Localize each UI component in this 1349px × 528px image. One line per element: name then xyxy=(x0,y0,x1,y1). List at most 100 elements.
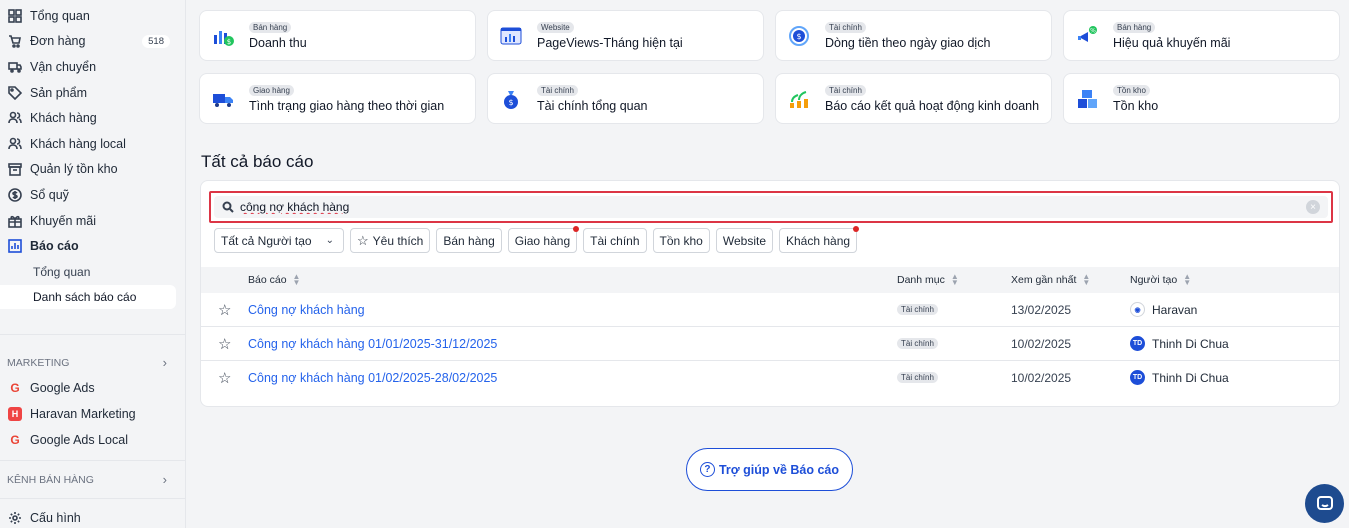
filter-chip-tai-chinh[interactable]: Tài chính xyxy=(583,228,647,253)
sidebar-item-google-ads-local[interactable]: G Google Ads Local xyxy=(0,428,186,452)
filter-chip-website[interactable]: Website xyxy=(715,228,773,253)
sidebar-subitem-tong-quan[interactable]: Tổng quan xyxy=(0,260,176,284)
featured-report-card[interactable]: $ Tài chính Dòng tiền theo ngày giao dịc… xyxy=(775,10,1052,61)
favorite-star-icon[interactable]: ☆ xyxy=(218,369,231,387)
sidebar-item-khach-hang-local[interactable]: Khách hàng local xyxy=(0,132,186,156)
sidebar-item-label: Khuyến mãi xyxy=(30,214,97,228)
creator-select-value: Tất cả Người tạo xyxy=(221,233,312,248)
column-header-report[interactable]: Báo cáo ▲ ▼ xyxy=(248,273,300,287)
featured-report-card[interactable]: Tồn kho Tồn kho xyxy=(1063,73,1340,124)
notification-dot xyxy=(853,226,860,232)
growth-plant-icon xyxy=(788,88,810,110)
sidebar-item-don-hang[interactable]: Đơn hàng 518 xyxy=(0,29,186,53)
sidebar-item-google-ads[interactable]: G Google Ads xyxy=(0,376,186,400)
column-header-category[interactable]: Danh mục ▲ ▼ xyxy=(897,273,959,287)
star-icon: ☆ xyxy=(357,232,369,248)
filter-chip-label: Giao hàng xyxy=(514,233,571,248)
featured-report-card[interactable]: Giao hàng Tình trạng giao hàng theo thời… xyxy=(199,73,476,124)
main-content: $ Bán hàng Doanh thu Website PageViews-T… xyxy=(186,0,1349,528)
all-reports-heading: Tất cả báo cáo xyxy=(201,152,314,171)
stock-boxes-icon xyxy=(1076,88,1098,110)
pageviews-icon xyxy=(500,25,522,47)
gear-icon xyxy=(8,511,22,525)
sidebar-item-khach-hang[interactable]: Khách hàng xyxy=(0,106,186,130)
featured-report-card[interactable]: $ Tài chính Tài chính tổng quan xyxy=(487,73,764,124)
sidebar-item-san-pham[interactable]: Sản phẩm xyxy=(0,81,186,105)
report-link[interactable]: Công nợ khách hàng 01/02/2025-28/02/2025 xyxy=(248,371,497,385)
search-input[interactable] xyxy=(240,200,1306,214)
filter-chip-khach-hang[interactable]: Khách hàng xyxy=(779,226,860,253)
dollar-icon xyxy=(8,188,22,202)
featured-report-card[interactable]: $ Bán hàng Doanh thu xyxy=(199,10,476,61)
report-help-button[interactable]: ? Trợ giúp về Báo cáo xyxy=(686,448,853,491)
order-count-badge: 518 xyxy=(142,34,170,48)
card-title: Tồn kho xyxy=(1113,98,1159,113)
card-category-tag: Tài chính xyxy=(537,84,578,96)
promotion-icon: % xyxy=(1076,25,1098,47)
card-category-tag: Tồn kho xyxy=(1113,84,1150,96)
sidebar-item-label: Báo cáo xyxy=(30,239,79,253)
sidebar-item-label: Sản phẩm xyxy=(30,86,87,100)
card-category-tag: Giao hàng xyxy=(249,84,294,96)
marketing-section-label: MARKETING xyxy=(7,356,70,369)
haravan-marketing-icon: H xyxy=(8,407,22,421)
table-row[interactable]: ☆ Công nợ khách hàng 01/02/2025-28/02/20… xyxy=(201,361,1339,395)
favorite-star-icon[interactable]: ☆ xyxy=(218,301,231,319)
column-header-creator[interactable]: Người tạo ▲ ▼ xyxy=(1130,273,1191,287)
filter-chip-ban-hang[interactable]: Bán hàng xyxy=(436,228,502,253)
sort-icon: ▲ ▼ xyxy=(1082,272,1091,287)
card-category-tag: Bán hàng xyxy=(249,21,292,33)
column-header-last-viewed[interactable]: Xem gần nhất ▲ ▼ xyxy=(1011,272,1091,287)
sidebar-item-label: Đơn hàng xyxy=(30,34,86,48)
google-icon: G xyxy=(10,381,20,395)
sidebar-divider xyxy=(0,460,186,461)
sidebar-item-quan-ly-ton-kho[interactable]: Quản lý tồn kho xyxy=(0,157,186,181)
card-category-tag: Website xyxy=(537,21,574,33)
sidebar-item-khuyen-mai[interactable]: Khuyến mãi xyxy=(0,209,186,233)
filter-chip-favorites[interactable]: ☆ Yêu thích xyxy=(350,228,431,253)
chat-support-button[interactable] xyxy=(1305,484,1344,523)
marketing-section-header[interactable]: MARKETING › xyxy=(7,355,167,370)
avatar: TD xyxy=(1130,370,1145,385)
sidebar-item-van-chuyen[interactable]: Vận chuyển xyxy=(0,55,186,79)
svg-text:$: $ xyxy=(227,38,231,46)
sidebar-item-tong-quan[interactable]: Tổng quan xyxy=(0,4,186,28)
filter-bar: Tất cả Người tạo ⌄ ☆ Yêu thích Bán hàng … xyxy=(214,226,860,253)
delivery-truck-icon xyxy=(212,88,234,110)
filter-chip-giao-hang[interactable]: Giao hàng xyxy=(507,226,580,253)
table-row[interactable]: ☆ Công nợ khách hàng Tài chính 13/02/202… xyxy=(201,293,1339,327)
sidebar-item-label: Khách hàng local xyxy=(30,137,126,151)
chevron-right-icon: › xyxy=(162,472,167,487)
svg-text:%: % xyxy=(1090,27,1096,34)
table-row[interactable]: ☆ Công nợ khách hàng 01/01/2025-31/12/20… xyxy=(201,327,1339,361)
google-icon: G xyxy=(10,433,20,447)
sidebar-item-settings[interactable]: Cấu hình xyxy=(0,506,186,528)
featured-report-card[interactable]: % Bán hàng Hiệu quả khuyến mãi xyxy=(1063,10,1340,61)
sales-channels-section-header[interactable]: KÊNH BÁN HÀNG › xyxy=(7,472,167,487)
search-field[interactable]: × xyxy=(214,196,1328,218)
sidebar-item-haravan-marketing[interactable]: H Haravan Marketing xyxy=(0,402,186,426)
sidebar-subitem-danh-sach-bao-cao[interactable]: Danh sách báo cáo xyxy=(0,285,176,309)
truck-icon xyxy=(8,60,22,74)
sales-channels-label: KÊNH BÁN HÀNG xyxy=(7,473,94,486)
report-link[interactable]: Công nợ khách hàng xyxy=(248,303,365,317)
sidebar-item-bao-cao[interactable]: Báo cáo xyxy=(0,234,186,258)
report-link[interactable]: Công nợ khách hàng 01/01/2025-31/12/2025 xyxy=(248,337,497,351)
money-bag-icon: $ xyxy=(500,88,522,110)
filter-chip-ton-kho[interactable]: Tồn kho xyxy=(652,228,710,253)
users-icon xyxy=(8,137,22,151)
featured-report-card[interactable]: Tài chính Báo cáo kết quả hoạt động kinh… xyxy=(775,73,1052,124)
favorite-star-icon[interactable]: ☆ xyxy=(218,335,231,353)
creator-select[interactable]: Tất cả Người tạo ⌄ xyxy=(214,228,344,253)
clear-search-icon[interactable]: × xyxy=(1306,200,1320,214)
chevron-right-icon: › xyxy=(162,355,167,370)
reports-panel: × Tất cả Người tạo ⌄ ☆ Yêu thích Bán hàn… xyxy=(200,180,1340,407)
avatar: TD xyxy=(1130,336,1145,351)
sidebar-item-so-quy[interactable]: Sổ quỹ xyxy=(0,183,186,207)
notification-dot xyxy=(573,226,580,232)
sidebar-item-label: Khách hàng xyxy=(30,111,97,125)
sidebar-subitem-label: Tổng quan xyxy=(33,265,91,279)
category-badge: Tài chính xyxy=(897,372,938,383)
dashboard-icon xyxy=(8,9,22,23)
featured-report-card[interactable]: Website PageViews-Tháng hiện tại xyxy=(487,10,764,61)
